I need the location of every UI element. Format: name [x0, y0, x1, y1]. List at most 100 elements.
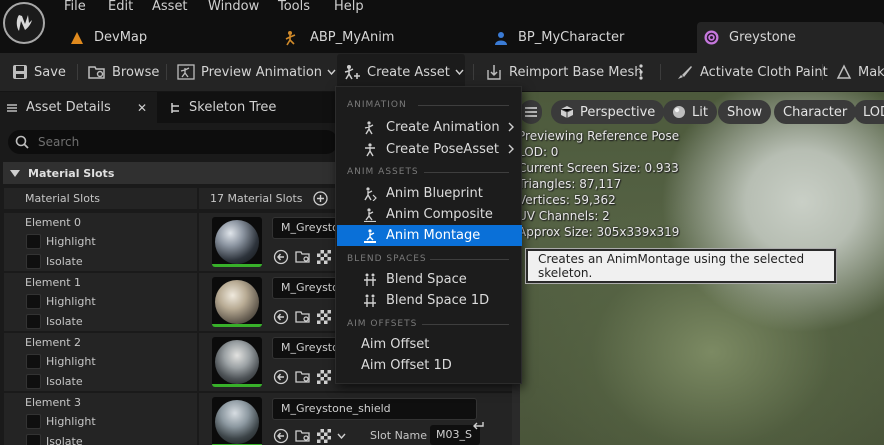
perspective-button[interactable]: Perspective — [551, 100, 665, 124]
browse-icon — [88, 64, 106, 80]
anim-blueprint-icon — [284, 30, 300, 46]
menu-item-aim-offset-1d[interactable]: Aim Offset 1D — [337, 355, 522, 376]
lod-button[interactable]: LOD — [854, 100, 884, 124]
slot-name-label: Slot Name — [370, 429, 428, 442]
tab-devmap[interactable]: DevMap — [70, 22, 147, 53]
toolbar-divider — [77, 64, 78, 80]
menu-item-label: Anim Blueprint — [386, 186, 483, 201]
isolate-label: Isolate — [46, 315, 83, 328]
more-options-button[interactable] — [639, 53, 643, 91]
material-thumbnail[interactable] — [212, 337, 262, 387]
isolate-checkbox[interactable] — [26, 374, 41, 389]
column-divider — [197, 213, 199, 271]
chevron-down-icon[interactable] — [337, 433, 346, 439]
tab-label: Greystone — [729, 30, 796, 45]
material-picker[interactable]: M_Greystone_shield — [272, 398, 477, 420]
isolate-checkbox[interactable] — [26, 434, 41, 445]
browse-asset-icon[interactable] — [295, 369, 311, 385]
menu-item-anim-composite[interactable]: Anim Composite — [337, 204, 522, 225]
show-button[interactable]: Show — [718, 100, 772, 124]
menu-window[interactable]: Window — [208, 0, 259, 13]
kebab-menu-icon — [639, 64, 643, 80]
viewport-info-line: Vertices: 59,362 — [518, 193, 616, 207]
checker-texture-icon[interactable] — [317, 370, 331, 384]
viewport-info-line: Current Screen Size: 0.933 — [518, 161, 679, 175]
use-selected-icon[interactable] — [273, 428, 289, 444]
viewport-info-line: Previewing Reference Pose — [518, 129, 680, 143]
material-thumbnail[interactable] — [212, 397, 262, 445]
checker-texture-icon[interactable] — [317, 250, 331, 264]
highlight-checkbox[interactable] — [26, 294, 41, 309]
isolate-checkbox[interactable] — [26, 314, 41, 329]
browse-label: Browse — [112, 64, 160, 80]
create-asset-button[interactable]: Create Asset — [337, 54, 465, 90]
use-selected-icon[interactable] — [273, 249, 289, 265]
skeleton-icon — [704, 30, 719, 45]
highlight-checkbox[interactable] — [26, 414, 41, 429]
column-divider — [197, 333, 199, 391]
lit-button[interactable]: Lit — [663, 100, 717, 124]
viewport-info-line: LOD: 0 — [518, 145, 559, 159]
tab-greystone[interactable]: Greystone — [697, 22, 884, 53]
anim-blueprint-icon — [363, 187, 377, 201]
browse-asset-icon[interactable] — [295, 249, 311, 265]
material-element-row: Element 3 Highlight Isolate M_Greystone_… — [4, 393, 512, 445]
tooltip: Creates an AnimMontage using the selecte… — [525, 248, 837, 284]
menu-item-blend-space[interactable]: Blend Space — [337, 269, 522, 290]
tab-abp-myanim[interactable]: ABP_MyAnim — [284, 22, 394, 53]
menu-file[interactable]: File — [64, 0, 86, 13]
menu-item-create-poseasset[interactable]: Create PoseAsset — [337, 139, 522, 160]
checker-texture-icon[interactable] — [317, 310, 331, 324]
unreal-logo-icon[interactable] — [3, 2, 45, 44]
checker-texture-icon[interactable] — [317, 429, 331, 443]
menu-item-blend-space-1d[interactable]: Blend Space 1D — [337, 290, 522, 311]
anim-montage-icon — [363, 229, 377, 243]
material-thumbnail[interactable] — [212, 277, 262, 327]
create-asset-menu: ANIMATION Create Animation Create PoseAs… — [335, 86, 522, 384]
isolate-checkbox[interactable] — [26, 254, 41, 269]
make-button[interactable]: Mak — [836, 53, 884, 91]
material-thumbnail[interactable] — [212, 217, 262, 267]
tab-bp-mycharacter[interactable]: BP_MyCharacter — [494, 22, 624, 53]
make-icon — [836, 64, 852, 80]
save-button[interactable]: Save — [12, 53, 66, 91]
tab-skeleton-tree[interactable]: Skeleton Tree — [164, 92, 276, 123]
browse-asset-icon[interactable] — [295, 309, 311, 325]
highlight-checkbox[interactable] — [26, 234, 41, 249]
isolate-label: Isolate — [46, 255, 83, 268]
tab-label: BP_MyCharacter — [518, 30, 625, 45]
section-blend-spaces: BLEND SPACES — [347, 254, 427, 264]
menu-item-anim-montage[interactable]: Anim Montage — [337, 225, 522, 246]
preview-animation-button[interactable]: Preview Animation — [177, 53, 336, 91]
menu-asset[interactable]: Asset — [152, 0, 188, 13]
search-input[interactable] — [38, 135, 318, 149]
activate-cloth-paint-button[interactable]: Activate Cloth Paint — [676, 53, 828, 91]
highlight-checkbox[interactable] — [26, 354, 41, 369]
lit-label: Lit — [692, 104, 708, 120]
reset-arrow-icon[interactable] — [472, 420, 484, 430]
toolbar-divider — [822, 64, 823, 80]
browse-button[interactable]: Browse — [88, 53, 159, 91]
section-divider — [430, 259, 509, 260]
menu-item-aim-offset[interactable]: Aim Offset — [337, 334, 522, 355]
use-selected-icon[interactable] — [273, 369, 289, 385]
tab-asset-details[interactable]: Asset Details ✕ — [0, 92, 157, 123]
add-slot-icon[interactable] — [313, 191, 328, 206]
material-actions — [273, 368, 337, 386]
viewport-menu-button[interactable] — [520, 100, 542, 124]
element-label: Element 1 — [25, 276, 82, 289]
menu-item-create-animation[interactable]: Create Animation — [337, 117, 522, 138]
close-icon[interactable]: ✕ — [137, 101, 147, 115]
browse-asset-icon[interactable] — [295, 428, 311, 444]
preview-animation-label: Preview Animation — [201, 64, 323, 80]
section-divider — [418, 105, 509, 106]
menu-help[interactable]: Help — [334, 0, 364, 13]
element-label: Element 3 — [25, 396, 82, 409]
use-selected-icon[interactable] — [273, 309, 289, 325]
menu-item-anim-blueprint[interactable]: Anim Blueprint — [337, 183, 522, 204]
character-button[interactable]: Character — [774, 100, 857, 124]
menu-tools[interactable]: Tools — [278, 0, 310, 13]
menu-edit[interactable]: Edit — [108, 0, 133, 13]
toolbar-divider — [660, 64, 661, 80]
show-label: Show — [727, 104, 763, 120]
